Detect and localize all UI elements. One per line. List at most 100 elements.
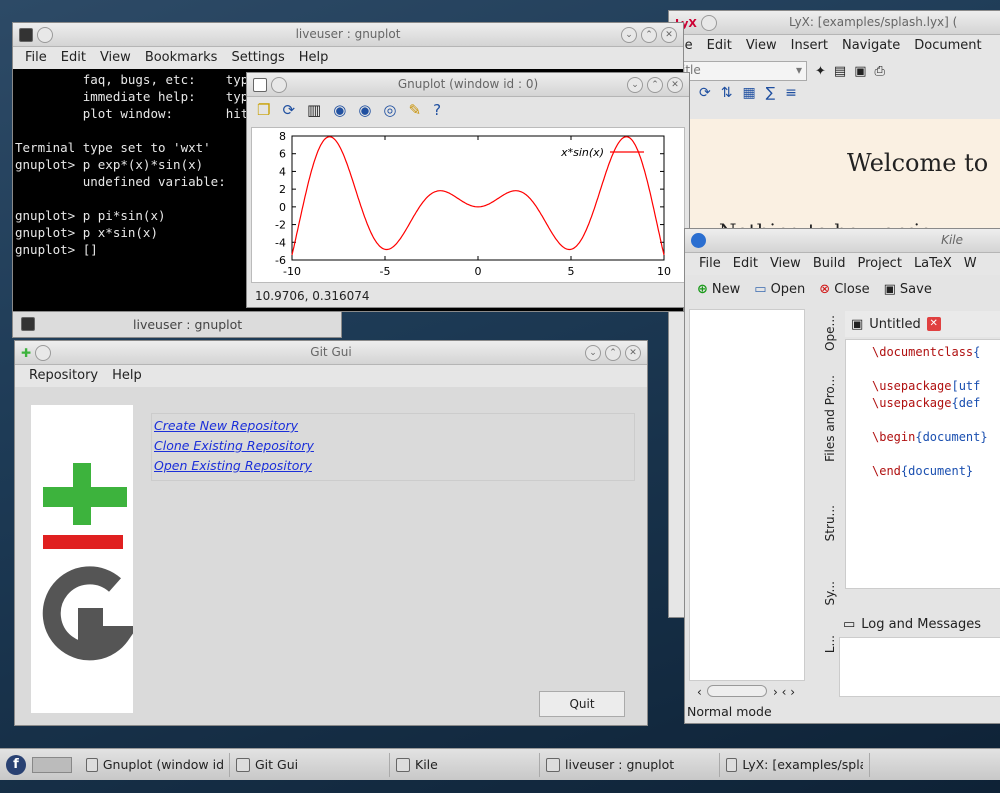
maximize-icon[interactable]: ⌃ [647, 77, 663, 93]
git-menu-0[interactable]: Repository [29, 368, 98, 384]
close-tab-icon[interactable]: ✕ [926, 317, 941, 331]
code-argument: {document} [900, 464, 974, 478]
terminal-menu-0[interactable]: File [25, 50, 47, 66]
lyx-menu-1[interactable]: Edit [707, 38, 732, 54]
legend-label: x*sin(x) [560, 146, 604, 159]
replot-icon[interactable]: ⟳ [282, 101, 295, 119]
task-item-4[interactable]: LyX: [examples/splash.ly [720, 752, 870, 777]
open-icon[interactable]: ▤ [834, 64, 846, 79]
toggle-icon[interactable]: ⇅ [721, 85, 733, 111]
task-label: liveuser : gnuplot [565, 757, 675, 772]
close-icon[interactable]: ✕ [667, 77, 683, 93]
code-command: \usepackage [872, 396, 952, 410]
task-item-2[interactable]: Kile [390, 752, 540, 777]
git-menubar: Repository Help [15, 365, 647, 387]
kile-menu-5[interactable]: LaTeX [914, 256, 952, 272]
quit-button[interactable]: Quit [539, 691, 625, 717]
terminal-task-title: liveuser : gnuplot [133, 317, 243, 332]
taskbar: f Gnuplot (window id : 0) Git Gui Kile live… [0, 748, 1000, 780]
open-button[interactable]: ▭ Open [754, 282, 805, 297]
math-icon[interactable]: ∑ [766, 85, 775, 111]
kile-titlebar[interactable]: Kile [685, 229, 1000, 253]
kile-menu-0[interactable]: File [699, 256, 721, 272]
autoscale-icon[interactable]: ◎ [383, 101, 396, 119]
zoom-next-icon[interactable]: ◉ [358, 101, 371, 119]
grid-icon[interactable]: ▥ [307, 101, 321, 119]
close-icon[interactable]: ✕ [625, 345, 641, 361]
terminal-menu-1[interactable]: Edit [61, 50, 86, 66]
close-icon[interactable]: ✕ [661, 27, 677, 43]
fedora-icon[interactable]: f [6, 754, 26, 775]
lyx-titlebar[interactable]: LyX LyX: [examples/splash.lyx] ( [669, 11, 1000, 35]
lyx-menu-3[interactable]: Insert [791, 38, 828, 54]
config-icon[interactable]: ✎ [409, 101, 422, 119]
maximize-icon[interactable]: ⌃ [605, 345, 621, 361]
git-titlebar[interactable]: ✚ Git Gui ⌄ ⌃ ✕ [15, 341, 647, 365]
lyx-menu-5[interactable]: Document [914, 38, 981, 54]
kile-side-tab-1[interactable]: Files and Pro... [823, 375, 837, 462]
new-doc-icon[interactable]: ✦ [815, 64, 826, 79]
gnuplot-window: Gnuplot (window id : 0) ⌄ ⌃ ✕ ❐ ⟳ ▥ ◉ ◉ … [246, 72, 690, 308]
kile-menu-2[interactable]: View [770, 256, 801, 272]
git-menu-1[interactable]: Help [112, 368, 142, 384]
terminal-titlebar[interactable]: liveuser : gnuplot ⌄ ⌃ ✕ [13, 23, 683, 47]
zoom-prev-icon[interactable]: ◉ [333, 101, 346, 119]
kile-log-panel[interactable] [839, 637, 1000, 697]
copy-icon[interactable]: ❐ [257, 101, 270, 119]
git-logo [42, 463, 139, 661]
task-item-3[interactable]: liveuser : gnuplot [540, 752, 720, 777]
lyx-layout-combo[interactable]: itle ▾ [677, 61, 807, 81]
align-icon[interactable]: ≡ [785, 85, 797, 111]
minimize-icon[interactable]: ⌄ [585, 345, 601, 361]
kile-file-panel[interactable] [689, 309, 805, 681]
terminal-menu-3[interactable]: Bookmarks [145, 50, 218, 66]
kile-side-tab-4[interactable]: L... [823, 635, 837, 653]
git-link-0[interactable]: Create New Repository [154, 416, 632, 436]
series-line-x-sin-x [291, 136, 665, 256]
plot-area[interactable]: -10 -5 0 5 10 8 6 4 2 0 -2 -4 -6 x*sin(x) [251, 127, 685, 283]
maximize-icon[interactable]: ⌃ [641, 27, 657, 43]
lyx-title: LyX: [examples/splash.lyx] ( [789, 15, 958, 29]
tab-untitled[interactable]: Untitled [869, 317, 920, 332]
kile-menu-1[interactable]: Edit [733, 256, 758, 272]
lyx-toolbar-2: ⟳ ⇅ ▦ ∑ ≡ [669, 85, 1000, 111]
kile-side-tab-3[interactable]: Sy... [823, 581, 837, 605]
kile-menubar: File Edit View Build Project LaTeX W [685, 253, 1000, 275]
close-button[interactable]: ⊗ Close [819, 282, 869, 297]
kile-editor[interactable]: \documentclass{\usepackage[utf \usepackag… [845, 339, 1000, 589]
x-tick-label: 10 [657, 265, 671, 278]
kile-side-tab-0[interactable]: Ope... [823, 315, 837, 351]
code-command: \documentclass [872, 345, 974, 359]
terminal-minimized[interactable]: liveuser : gnuplot [12, 310, 342, 338]
kile-status: Normal mode [687, 704, 772, 719]
git-link-2[interactable]: Open Existing Repository [154, 456, 632, 476]
refresh-icon[interactable]: ⟳ [699, 85, 711, 111]
code-argument: [utf [951, 379, 981, 393]
help-icon[interactable]: ? [433, 101, 441, 119]
terminal-menu-4[interactable]: Settings [231, 50, 284, 66]
lyx-menu-2[interactable]: View [746, 38, 777, 54]
pager-icon[interactable] [32, 756, 72, 773]
lyx-menu-4[interactable]: Navigate [842, 38, 900, 54]
view-icon[interactable]: ▦ [742, 85, 755, 111]
git-link-1[interactable]: Clone Existing Repository [154, 436, 632, 456]
kile-menu-4[interactable]: Project [857, 256, 901, 272]
kile-menu-3[interactable]: Build [813, 256, 846, 272]
panel-scrollbar[interactable] [707, 685, 767, 697]
task-item-1[interactable]: Git Gui [230, 752, 390, 777]
gnuplot-titlebar[interactable]: Gnuplot (window id : 0) ⌄ ⌃ ✕ [247, 73, 689, 97]
kile-log-tab[interactable]: ▭ Log and Messages [839, 613, 1000, 635]
new-button[interactable]: ⊕ New [697, 282, 740, 297]
save-icon[interactable]: ▣ [854, 64, 866, 79]
terminal-menu-2[interactable]: View [100, 50, 131, 66]
task-item-0[interactable]: Gnuplot (window id : 0) [80, 752, 230, 777]
terminal-menu-5[interactable]: Help [299, 50, 329, 66]
minimize-icon[interactable]: ⌄ [621, 27, 637, 43]
kile-menu-6[interactable]: W [964, 256, 977, 272]
minimize-icon[interactable]: ⌄ [627, 77, 643, 93]
panel-scroll-right-icon[interactable]: › ‹ › [773, 685, 795, 699]
panel-scroll-left-icon[interactable]: ‹ [697, 685, 702, 699]
print-icon[interactable]: ⎙ [875, 64, 885, 79]
kile-side-tab-2[interactable]: Stru... [823, 505, 837, 541]
save-button[interactable]: ▣ Save [884, 282, 932, 297]
